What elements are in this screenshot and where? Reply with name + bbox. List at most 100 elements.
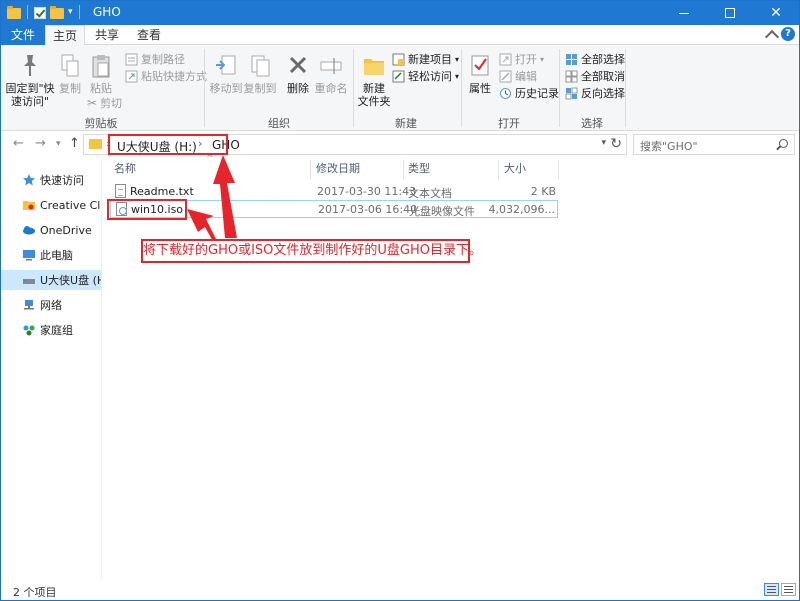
tab-view[interactable]: 查看: [131, 25, 167, 45]
copy-to-icon: [251, 55, 270, 77]
customize-qat-icon[interactable]: ▾: [68, 7, 73, 17]
copy-path-icon: [125, 53, 138, 65]
select-none-icon: [565, 70, 578, 82]
new-item-button[interactable]: 新建项目 ▾: [392, 51, 459, 67]
rename-icon: [320, 58, 342, 74]
text-file-icon: [115, 184, 126, 198]
search-input[interactable]: 搜索"GHO": [633, 134, 795, 155]
navigation-pane: 快速访问 Creative Cloud Files OneDrive 此电脑 U…: [1, 158, 101, 580]
chevron-down-icon[interactable]: [764, 29, 780, 45]
file-modified: 2017-03-06 16:40: [318, 203, 418, 216]
tab-home[interactable]: 主页: [45, 25, 85, 46]
refresh-icon[interactable]: ↻: [610, 136, 622, 152]
nav-item-this-pc[interactable]: 此电脑: [1, 245, 101, 265]
properties-icon: [471, 55, 489, 76]
clipboard-group-label: 剪贴板: [84, 117, 118, 130]
history-button[interactable]: 历史记录: [499, 85, 559, 101]
folder-icon: [89, 139, 102, 149]
cut-button[interactable]: ✂ 剪切: [87, 95, 122, 111]
copy-to-label: 复制到: [243, 82, 277, 95]
sort-ascending-icon: ^: [206, 154, 214, 164]
copy-icon: [61, 54, 79, 77]
nav-label: 此电脑: [40, 249, 73, 262]
easy-access-button[interactable]: 轻松访问 ▾: [392, 68, 459, 84]
copy-path-button[interactable]: 复制路径: [125, 51, 185, 67]
invert-selection-button[interactable]: 反向选择: [565, 85, 625, 101]
help-icon[interactable]: ?: [781, 27, 795, 41]
forward-arrow-icon[interactable]: →: [35, 136, 46, 151]
properties-button[interactable]: 属性: [465, 53, 495, 95]
close-button[interactable]: ✕: [753, 1, 799, 25]
up-arrow-icon[interactable]: ↑: [69, 136, 80, 151]
folder-icon: [7, 5, 21, 19]
column-header-size[interactable]: 大小: [504, 162, 526, 180]
paste-shortcut-button[interactable]: 粘贴快捷方式: [125, 68, 207, 84]
invert-selection-icon: [565, 87, 578, 99]
open-button[interactable]: 打开 ▾: [499, 51, 544, 67]
copy-button[interactable]: 复制: [57, 53, 83, 95]
nav-item-network[interactable]: 网络: [1, 295, 101, 315]
maximize-button[interactable]: [707, 1, 753, 25]
move-to-button[interactable]: 移动到: [209, 53, 243, 95]
nav-label: Creative Cloud Files: [40, 198, 101, 212]
status-bar: 2 个项目: [1, 580, 799, 600]
new-folder-button[interactable]: 新建 文件夹: [357, 53, 391, 108]
paste-button[interactable]: 粘贴: [87, 53, 115, 95]
file-size: 2 KB: [530, 185, 556, 198]
new-folder-label-line1: 新建: [363, 82, 385, 95]
easy-access-icon: [392, 70, 405, 82]
open-label: 打开: [515, 53, 537, 66]
minimize-button[interactable]: [661, 1, 707, 25]
rename-label: 重命名: [314, 82, 348, 95]
chevron-down-icon[interactable]: ▾: [601, 138, 606, 148]
tab-share[interactable]: 共享: [89, 25, 125, 45]
pin-label-line2: 速访问": [10, 95, 50, 108]
large-icons-view-icon[interactable]: [781, 583, 796, 596]
properties-quick-icon[interactable]: [34, 6, 46, 19]
maximize-icon: [725, 8, 735, 18]
open-icon: [499, 53, 512, 65]
delete-label: 删除: [287, 82, 309, 95]
search-icon: [779, 139, 788, 148]
select-all-button[interactable]: 全部选择: [565, 51, 625, 67]
nav-label: OneDrive: [40, 223, 92, 237]
edit-button[interactable]: 编辑: [499, 68, 537, 84]
homegroup-icon: [23, 325, 35, 336]
copy-label: 复制: [59, 82, 81, 95]
computer-icon: [23, 250, 35, 261]
new-group-label: 新建: [395, 117, 417, 130]
nav-item-usb-drive[interactable]: U大侠U盘 (H:): [1, 270, 101, 290]
rename-button[interactable]: 重命名: [313, 53, 349, 95]
file-highlight-box: [107, 199, 187, 220]
delete-button[interactable]: 删除: [285, 53, 311, 95]
new-folder-label-line2: 文件夹: [357, 95, 391, 108]
select-none-button[interactable]: 全部取消: [565, 68, 625, 84]
new-folder-icon: [364, 59, 384, 75]
nav-item-creative-cloud[interactable]: Creative Cloud Files: [1, 195, 101, 215]
window-title: GHO: [93, 5, 121, 19]
properties-label: 属性: [469, 82, 491, 95]
nav-label: 家庭组: [40, 324, 73, 337]
recent-locations-icon[interactable]: ▾: [56, 139, 61, 149]
title-bar: ▾ GHO ✕: [1, 1, 799, 25]
details-view-icon[interactable]: [764, 583, 779, 596]
usb-drive-icon: [23, 279, 35, 284]
dropdown-arrow-icon: ▾: [455, 54, 460, 64]
column-header-type[interactable]: 类型: [408, 162, 430, 180]
easy-access-label: 轻松访问: [408, 70, 452, 83]
nav-item-homegroup[interactable]: 家庭组: [1, 320, 101, 340]
new-folder-quick-icon[interactable]: [50, 5, 64, 19]
select-group-label: 选择: [581, 117, 603, 130]
nav-item-quick-access[interactable]: 快速访问: [1, 170, 101, 190]
pin-quick-access-button[interactable]: 固定到"快 速访问": [5, 53, 55, 108]
copy-to-button[interactable]: 复制到: [243, 53, 277, 95]
file-type: 文本文档: [408, 187, 452, 200]
column-header-name[interactable]: 名称: [114, 162, 136, 180]
nav-label: U大侠U盘 (H:): [40, 274, 101, 287]
organize-group-label: 组织: [268, 117, 290, 130]
tab-file[interactable]: 文件: [1, 25, 45, 45]
copy-path-label: 复制路径: [141, 53, 185, 66]
nav-item-onedrive[interactable]: OneDrive: [1, 220, 101, 240]
column-header-modified[interactable]: 修改日期: [316, 162, 360, 180]
back-arrow-icon[interactable]: ←: [13, 136, 24, 151]
